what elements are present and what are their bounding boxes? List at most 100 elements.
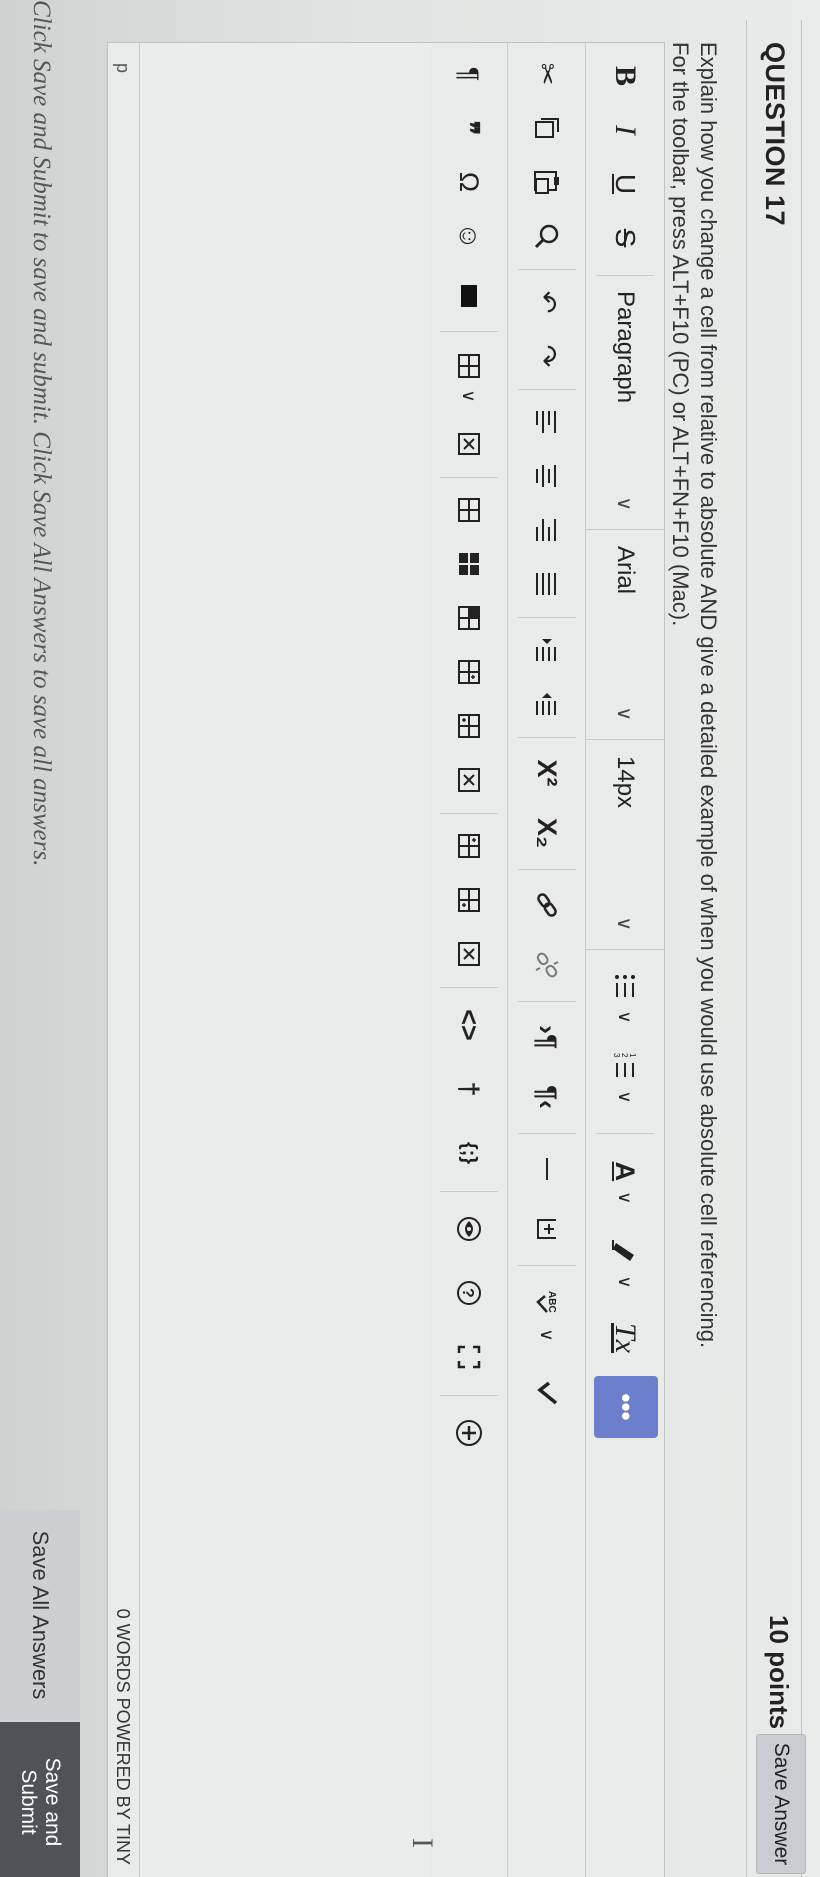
element-path[interactable]: p xyxy=(112,63,133,73)
toolbar-hint: For the toolbar, press ALT+F10 (PC) or A… xyxy=(668,42,693,627)
chevron-down-icon: ∨ xyxy=(459,389,480,403)
link-icon xyxy=(537,893,557,917)
paragraph-mark-button[interactable]: ¶ xyxy=(430,47,508,101)
subscript-button[interactable]: X₂ xyxy=(508,803,586,863)
numbered-list-icon: 123 xyxy=(612,1053,637,1078)
align-right-icon xyxy=(536,519,556,541)
table-delete-row-button[interactable] xyxy=(430,699,508,753)
delete-table-button[interactable] xyxy=(430,417,508,471)
table-insert-col-button[interactable] xyxy=(430,753,508,807)
rtl-button[interactable]: ¶‹ xyxy=(508,1067,586,1127)
paste-button[interactable] xyxy=(508,155,586,209)
code-sample-button[interactable]: {;} xyxy=(430,1121,508,1185)
table-col-after-button[interactable] xyxy=(430,819,508,873)
special-character-button[interactable]: Ω xyxy=(430,155,508,209)
superscript-button[interactable]: X² xyxy=(508,743,586,803)
help-icon: ? xyxy=(457,1281,481,1305)
font-size-dropdown[interactable]: 14px ∨ xyxy=(586,740,664,950)
assessment-page: QUESTION 17 10 points Save Answer Explai… xyxy=(0,0,820,1877)
cut-button[interactable]: ✂ xyxy=(508,47,586,101)
media-button[interactable] xyxy=(430,269,508,323)
text-cursor-icon: I xyxy=(406,1838,439,1848)
paragraph-mark-icon: ¶ xyxy=(454,66,485,82)
save-and-submit-button[interactable]: Save and Submit xyxy=(0,1722,80,1877)
horizontal-line-button[interactable] xyxy=(508,1139,586,1199)
blockquote-button[interactable]: ❞ xyxy=(430,101,508,155)
highlight-color-icon xyxy=(612,1240,634,1262)
clear-formatting-icon: Tx xyxy=(609,1323,642,1353)
align-left-button[interactable] xyxy=(508,395,586,449)
save-answer-button[interactable]: Save Answer xyxy=(756,1734,806,1874)
toolbar-row-2: ✂ ↶ ↷ X² X₂ ›¶ ¶‹ ABC ∨ xyxy=(507,43,586,1877)
word-count: 0 WORDS xyxy=(113,1608,133,1693)
strikethrough-button[interactable]: S xyxy=(586,211,664,265)
more-options-button[interactable]: ••• xyxy=(594,1376,658,1438)
table-cell-button[interactable] xyxy=(430,483,508,537)
highlight-color-button[interactable]: ∨ xyxy=(586,1223,664,1303)
align-center-button[interactable] xyxy=(508,449,586,503)
redo-button[interactable]: ↷ xyxy=(508,329,586,383)
underline-button[interactable]: U xyxy=(586,157,664,211)
submit-instructions: Click Save and Submit to save and submit… xyxy=(28,0,55,867)
superscript-icon: X² xyxy=(532,759,563,787)
insert-box-button[interactable] xyxy=(508,1199,586,1259)
text-color-button[interactable]: A ∨ xyxy=(586,1143,664,1223)
table-merge-button[interactable] xyxy=(430,537,508,591)
spellcheck-button[interactable]: ABC ∨ xyxy=(508,1271,586,1359)
table-delete-col-button[interactable] xyxy=(430,927,508,981)
table-icon xyxy=(458,354,480,379)
font-family-dropdown[interactable]: Arial ∨ xyxy=(586,530,664,740)
table-row-button[interactable] xyxy=(430,591,508,645)
emoticon-button[interactable]: ☺ xyxy=(430,209,508,263)
copy-button[interactable] xyxy=(508,101,586,155)
bold-button[interactable]: B xyxy=(586,49,664,103)
table-delete-col-icon xyxy=(458,942,480,966)
preview-button[interactable] xyxy=(430,1197,508,1261)
align-right-button[interactable] xyxy=(508,503,586,557)
fullscreen-button[interactable] xyxy=(430,1325,508,1389)
help-button[interactable]: ? xyxy=(430,1261,508,1325)
svg-text:2: 2 xyxy=(620,1053,629,1058)
outdent-button[interactable] xyxy=(508,677,586,731)
indent-button[interactable] xyxy=(508,623,586,677)
table-row-icon xyxy=(458,606,480,630)
add-content-button[interactable] xyxy=(430,1401,508,1465)
undo-button[interactable]: ↶ xyxy=(508,275,586,329)
table-merge-icon xyxy=(459,553,479,575)
ltr-icon: ›¶ xyxy=(532,1024,563,1049)
anchor-button[interactable]: † xyxy=(430,1057,508,1121)
outdent-icon xyxy=(536,693,556,715)
justify-button[interactable] xyxy=(508,557,586,611)
indent-icon xyxy=(536,639,556,661)
checkmark-button[interactable] xyxy=(508,1363,586,1423)
table-delete-icon xyxy=(458,433,480,455)
preview-icon xyxy=(457,1217,481,1241)
subscript-icon: X₂ xyxy=(532,817,563,848)
powered-by-link[interactable]: POWERED BY TINY xyxy=(113,1698,133,1865)
clear-formatting-button[interactable]: Tx xyxy=(586,1308,664,1368)
code-block-icon: {;} xyxy=(458,1141,480,1165)
italic-button[interactable]: I xyxy=(586,103,664,157)
block-format-dropdown[interactable]: Paragraph ∨ xyxy=(586,275,664,530)
editor-content-area[interactable] xyxy=(140,43,430,1877)
undo-icon: ↶ xyxy=(532,290,563,314)
ltr-button[interactable]: ›¶ xyxy=(508,1007,586,1067)
table-button[interactable]: ∨ xyxy=(430,337,508,417)
numbered-list-button[interactable]: 123 ∨ xyxy=(586,1038,664,1118)
table-col-before-button[interactable] xyxy=(430,873,508,927)
svg-text:1: 1 xyxy=(628,1053,637,1058)
toolbar-row-3: ¶ ❞ Ω ☺ ∨ <> † {;} ? xyxy=(429,43,508,1877)
top-divider xyxy=(801,20,802,1877)
bullet-list-button[interactable]: ∨ xyxy=(586,958,664,1038)
link-button[interactable] xyxy=(508,875,586,935)
table-insert-row-icon xyxy=(458,660,480,684)
table-insert-row-button[interactable] xyxy=(430,645,508,699)
unlink-button[interactable] xyxy=(508,935,586,995)
question-divider xyxy=(746,20,747,1877)
editor-status-bar: p 0 WORDS POWERED BY TINY xyxy=(105,43,140,1877)
search-button[interactable] xyxy=(508,209,586,263)
redo-icon: ↷ xyxy=(532,344,563,368)
special-char-icon: Ω xyxy=(454,171,485,193)
save-all-answers-button[interactable]: Save All Answers xyxy=(0,1510,80,1720)
source-code-button[interactable]: <> xyxy=(430,993,508,1057)
